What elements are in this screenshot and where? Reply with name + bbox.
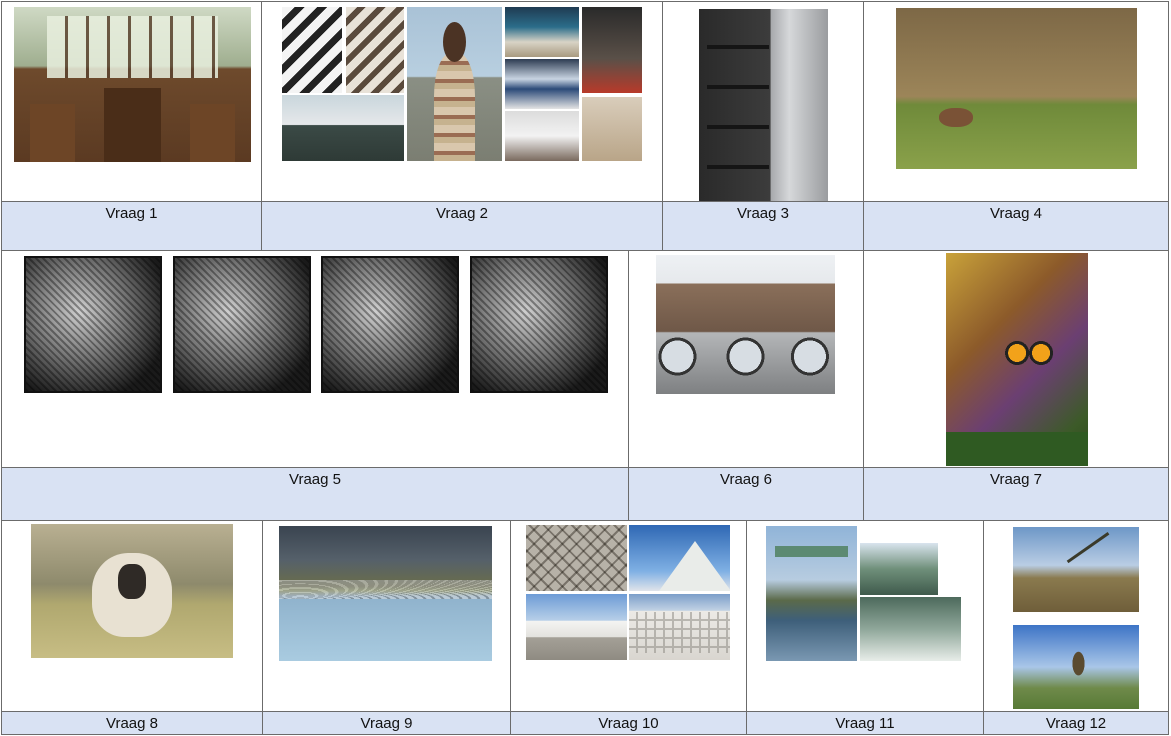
photo-landscape-crane <box>1013 527 1139 612</box>
photo-copper-roof <box>656 255 835 394</box>
photo-person-field <box>282 95 404 161</box>
photo-strip <box>505 59 579 109</box>
label-q8: Vraag 8 <box>1 711 263 735</box>
label-q12-text: Vraag 12 <box>1045 715 1107 732</box>
photo-water-reflection <box>279 526 492 661</box>
image-cell-q12 <box>983 520 1169 712</box>
image-cell-q5 <box>1 250 629 468</box>
label-q9: Vraag 9 <box>262 711 511 735</box>
label-q6-text: Vraag 6 <box>720 471 772 488</box>
label-q5: Vraag 5 <box>1 467 629 521</box>
photo-pyramid <box>629 525 730 591</box>
label-q1: Vraag 1 <box>1 201 262 251</box>
photo-crate <box>505 7 579 57</box>
image-cell-q2 <box>261 1 663 202</box>
photo-bridge-closeup <box>860 597 961 661</box>
label-q7: Vraag 7 <box>863 467 1169 521</box>
photo-gorilla-mural <box>946 253 1088 466</box>
label-q2-text: Vraag 2 <box>436 205 488 222</box>
photo-facade <box>629 594 730 660</box>
image-cell-q11 <box>746 520 984 712</box>
label-q6: Vraag 6 <box>628 467 864 521</box>
photo-stripes-2 <box>346 7 404 93</box>
photo-portrait <box>407 7 502 161</box>
label-q10: Vraag 10 <box>510 711 747 735</box>
photo-lab <box>505 111 579 161</box>
photo-bridge-detail <box>860 543 938 595</box>
label-q12: Vraag 12 <box>983 711 1169 735</box>
photo-parking-tower <box>699 9 828 201</box>
image-cell-q10 <box>510 520 747 712</box>
image-cell-q1 <box>1 1 262 202</box>
image-cell-q7 <box>863 250 1169 468</box>
image-cell-q9 <box>262 520 511 712</box>
photo-lattice-wall <box>526 525 627 591</box>
label-q3: Vraag 3 <box>662 201 864 251</box>
label-q2: Vraag 2 <box>261 201 663 251</box>
photo-stairway-window <box>14 7 251 162</box>
label-q7-text: Vraag 7 <box>990 471 1042 488</box>
photo-sand <box>582 97 642 161</box>
photo-bw-door <box>321 256 459 393</box>
photo-drawbridge <box>766 526 857 661</box>
label-q11: Vraag 11 <box>746 711 984 735</box>
photo-white-wall <box>526 594 627 660</box>
image-cell-q8 <box>1 520 263 712</box>
label-q3-text: Vraag 3 <box>737 205 789 222</box>
photo-deer-meadow <box>896 8 1137 169</box>
photo-sheep <box>31 524 233 658</box>
photo-bw-tower <box>24 256 162 393</box>
label-q11-text: Vraag 11 <box>835 715 895 732</box>
label-q4-text: Vraag 4 <box>990 205 1042 222</box>
photo-stripes-1 <box>282 7 342 93</box>
label-q9-text: Vraag 9 <box>360 715 413 732</box>
label-q5-text: Vraag 5 <box>289 471 341 488</box>
photo-bw-stairs <box>173 256 311 393</box>
label-q8-text: Vraag 8 <box>106 715 158 732</box>
image-cell-q3 <box>662 1 864 202</box>
photo-landscape-tree <box>1013 625 1139 709</box>
label-q4: Vraag 4 <box>863 201 1169 251</box>
image-cell-q4 <box>863 1 1169 202</box>
label-q1-text: Vraag 1 <box>105 205 158 222</box>
photo-work-gloves <box>582 7 642 93</box>
image-cell-q6 <box>628 250 864 468</box>
photo-bw-steps <box>470 256 608 393</box>
label-q10-text: Vraag 10 <box>598 715 659 732</box>
